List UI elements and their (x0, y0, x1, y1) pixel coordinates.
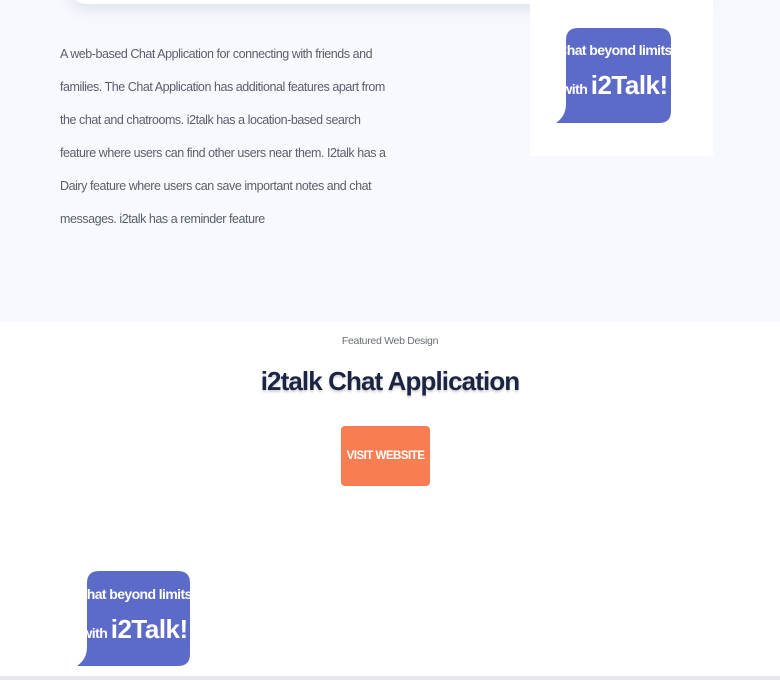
logo-with-text: with (561, 81, 591, 97)
logo-tagline: Chat beyond limits (557, 42, 672, 58)
visit-website-button[interactable]: VISIT WEBSITE (341, 426, 430, 486)
logo-brand-name: i2Talk! (590, 70, 668, 100)
bottom-divider (0, 676, 780, 680)
project-title: i2talk Chat Application (260, 366, 521, 396)
project-description: A web-based Chat Application for connect… (60, 47, 386, 226)
logo-card: Chat beyond limits with i2Talk! (530, 0, 713, 156)
logo-with-text: with (81, 625, 111, 641)
i2talk-logo-bubble: Chat beyond limits with i2Talk! (556, 28, 673, 124)
logo-brand-line: with i2Talk! (77, 614, 192, 645)
featured-label: Featured Web Design (341, 335, 439, 347)
i2talk-logo-bubble-bottom: Chat beyond limits with i2Talk! (77, 571, 192, 667)
project-description-section: A web-based Chat Application for connect… (0, 0, 780, 322)
logo-brand-name: i2Talk! (110, 614, 188, 644)
logo-tagline: Chat beyond limits (77, 586, 192, 602)
logo-brand-line: with i2Talk! (556, 70, 673, 101)
